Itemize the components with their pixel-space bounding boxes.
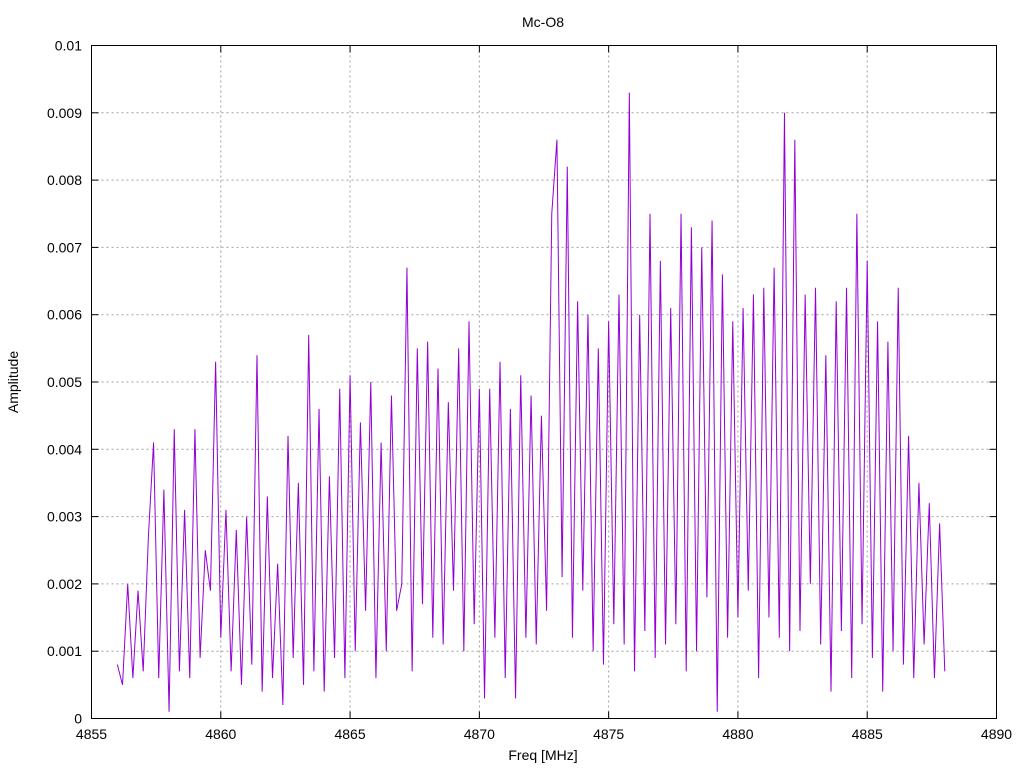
y-tick-label: 0 xyxy=(74,711,82,727)
y-tick-label: 0.005 xyxy=(47,374,82,390)
y-tick-label: 0.01 xyxy=(55,38,82,54)
y-tick-label: 0.003 xyxy=(47,509,82,525)
y-tick-label: 0.008 xyxy=(47,172,82,188)
chart-title: Mc-O8 xyxy=(522,14,564,30)
background xyxy=(0,0,1024,768)
y-tick-label: 0.002 xyxy=(47,576,82,592)
y-tick-label: 0.009 xyxy=(47,105,82,121)
amplitude-chart: 4855 4860 4865 4870 4875 4880 4885 4890 0 0.001 0.… xyxy=(0,0,1024,768)
x-tick-label: 4890 xyxy=(981,726,1012,742)
y-tick-label: 0.006 xyxy=(47,307,82,323)
y-axis-label: Amplitude xyxy=(5,351,21,413)
x-tick-label: 4865 xyxy=(334,726,365,742)
x-tick-label: 4855 xyxy=(76,726,107,742)
x-tick-label: 4870 xyxy=(464,726,495,742)
x-tick-label: 4885 xyxy=(852,726,883,742)
x-tick-label: 4880 xyxy=(722,726,753,742)
y-tick-label: 0.007 xyxy=(47,239,82,255)
y-tick-label: 0.001 xyxy=(47,643,82,659)
x-axis-label: Freq [MHz] xyxy=(508,747,577,763)
y-tick-label: 0.004 xyxy=(47,441,82,457)
x-tick-label: 4860 xyxy=(205,726,236,742)
x-tick-label: 4875 xyxy=(593,726,624,742)
